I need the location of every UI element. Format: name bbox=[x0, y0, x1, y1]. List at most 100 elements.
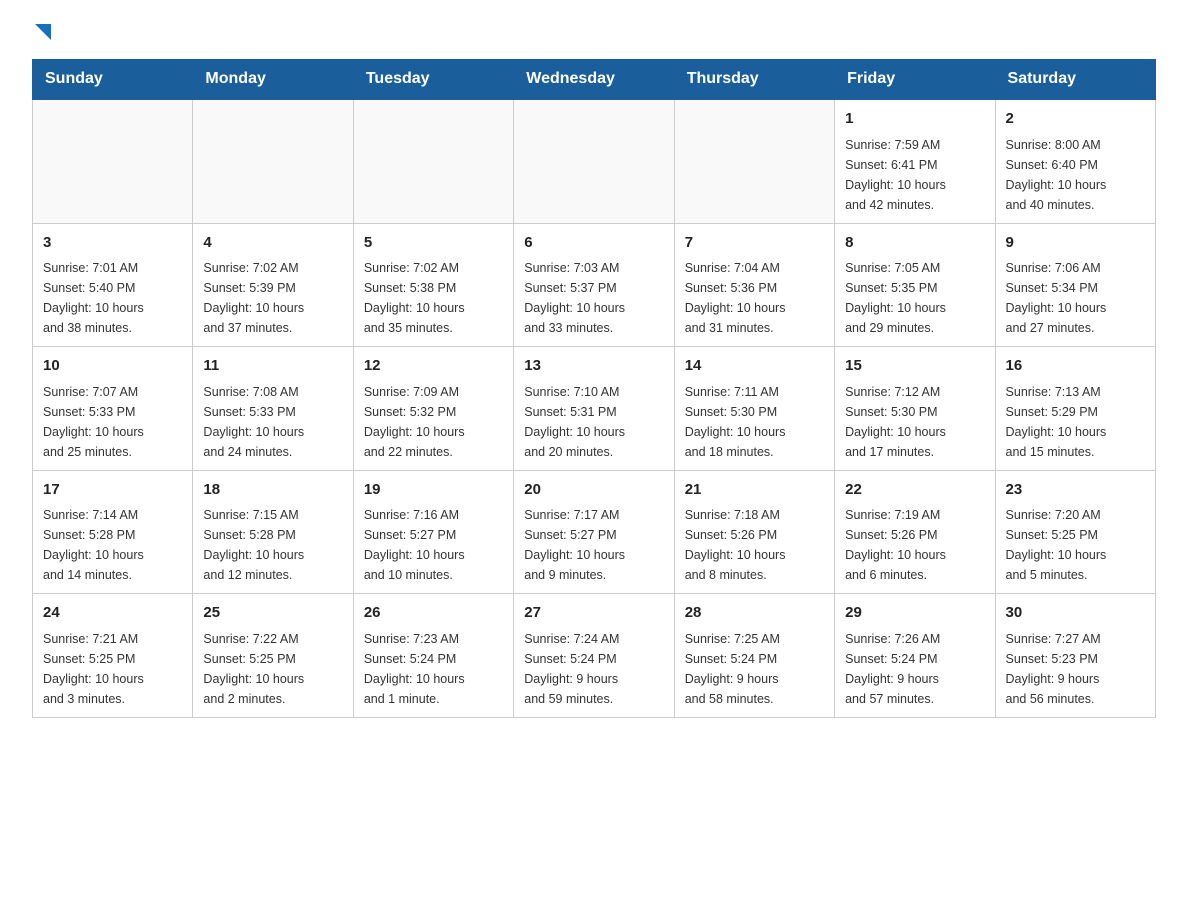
day-info: Sunrise: 7:12 AM Sunset: 5:30 PM Dayligh… bbox=[845, 382, 984, 462]
day-info: Sunrise: 7:03 AM Sunset: 5:37 PM Dayligh… bbox=[524, 258, 663, 338]
day-info: Sunrise: 7:21 AM Sunset: 5:25 PM Dayligh… bbox=[43, 629, 182, 709]
calendar-cell bbox=[674, 99, 834, 223]
page-header bbox=[32, 24, 1156, 43]
calendar-cell: 18 Sunrise: 7:15 AM Sunset: 5:28 PM Dayli… bbox=[193, 470, 353, 594]
calendar-cell: 6 Sunrise: 7:03 AM Sunset: 5:37 PM Daylig… bbox=[514, 223, 674, 347]
calendar-cell: 3 Sunrise: 7:01 AM Sunset: 5:40 PM Daylig… bbox=[33, 223, 193, 347]
day-info: Sunrise: 7:20 AM Sunset: 5:25 PM Dayligh… bbox=[1006, 505, 1145, 585]
day-info: Sunrise: 7:11 AM Sunset: 5:30 PM Dayligh… bbox=[685, 382, 824, 462]
calendar-cell: 30Sunrise: 7:27 AM Sunset: 5:23 PM Dayli… bbox=[995, 594, 1155, 718]
calendar-cell: 13 Sunrise: 7:10 AM Sunset: 5:31 PM Dayli… bbox=[514, 347, 674, 471]
calendar-cell: 15 Sunrise: 7:12 AM Sunset: 5:30 PM Dayli… bbox=[835, 347, 995, 471]
day-number: 5 bbox=[364, 232, 503, 255]
calendar-header-row: SundayMondayTuesdayWednesdayThursdayFrid… bbox=[33, 60, 1156, 100]
day-info: Sunrise: 7:26 AM Sunset: 5:24 PM Dayligh… bbox=[845, 629, 984, 709]
day-number: 16 bbox=[1006, 355, 1145, 378]
day-number: 12 bbox=[364, 355, 503, 378]
calendar-cell bbox=[193, 99, 353, 223]
calendar-cell: 20 Sunrise: 7:17 AM Sunset: 5:27 PM Dayli… bbox=[514, 470, 674, 594]
calendar-cell: 23 Sunrise: 7:20 AM Sunset: 5:25 PM Dayli… bbox=[995, 470, 1155, 594]
calendar-cell: 8Sunrise: 7:05 AM Sunset: 5:35 PM Daylig… bbox=[835, 223, 995, 347]
calendar-cell: 5 Sunrise: 7:02 AM Sunset: 5:38 PM Daylig… bbox=[353, 223, 513, 347]
day-info: Sunrise: 7:07 AM Sunset: 5:33 PM Dayligh… bbox=[43, 382, 182, 462]
day-info: Sunrise: 7:04 AM Sunset: 5:36 PM Dayligh… bbox=[685, 258, 824, 338]
day-number: 1 bbox=[845, 108, 984, 131]
col-header-monday: Monday bbox=[193, 60, 353, 100]
day-number: 2 bbox=[1006, 108, 1145, 131]
day-number: 24 bbox=[43, 602, 182, 625]
day-number: 7 bbox=[685, 232, 824, 255]
col-header-saturday: Saturday bbox=[995, 60, 1155, 100]
day-number: 15 bbox=[845, 355, 984, 378]
day-info: Sunrise: 7:19 AM Sunset: 5:26 PM Dayligh… bbox=[845, 505, 984, 585]
calendar-week-row: 17 Sunrise: 7:14 AM Sunset: 5:28 PM Dayli… bbox=[33, 470, 1156, 594]
day-number: 13 bbox=[524, 355, 663, 378]
day-number: 28 bbox=[685, 602, 824, 625]
calendar-cell: 24 Sunrise: 7:21 AM Sunset: 5:25 PM Dayli… bbox=[33, 594, 193, 718]
calendar-cell: 2 Sunrise: 8:00 AM Sunset: 6:40 PM Daylig… bbox=[995, 99, 1155, 223]
day-number: 10 bbox=[43, 355, 182, 378]
calendar-cell: 11 Sunrise: 7:08 AM Sunset: 5:33 PM Dayli… bbox=[193, 347, 353, 471]
day-number: 14 bbox=[685, 355, 824, 378]
day-number: 27 bbox=[524, 602, 663, 625]
day-number: 17 bbox=[43, 479, 182, 502]
day-info: Sunrise: 7:18 AM Sunset: 5:26 PM Dayligh… bbox=[685, 505, 824, 585]
day-number: 22 bbox=[845, 479, 984, 502]
day-info: Sunrise: 7:09 AM Sunset: 5:32 PM Dayligh… bbox=[364, 382, 503, 462]
day-info: Sunrise: 7:15 AM Sunset: 5:28 PM Dayligh… bbox=[203, 505, 342, 585]
calendar-cell: 10 Sunrise: 7:07 AM Sunset: 5:33 PM Dayli… bbox=[33, 347, 193, 471]
calendar-cell: 22 Sunrise: 7:19 AM Sunset: 5:26 PM Dayli… bbox=[835, 470, 995, 594]
calendar-cell bbox=[353, 99, 513, 223]
col-header-thursday: Thursday bbox=[674, 60, 834, 100]
calendar-cell: 14 Sunrise: 7:11 AM Sunset: 5:30 PM Dayli… bbox=[674, 347, 834, 471]
calendar-week-row: 10 Sunrise: 7:07 AM Sunset: 5:33 PM Dayli… bbox=[33, 347, 1156, 471]
day-number: 18 bbox=[203, 479, 342, 502]
day-number: 6 bbox=[524, 232, 663, 255]
col-header-wednesday: Wednesday bbox=[514, 60, 674, 100]
calendar-cell: 17 Sunrise: 7:14 AM Sunset: 5:28 PM Dayli… bbox=[33, 470, 193, 594]
day-info: Sunrise: 7:24 AM Sunset: 5:24 PM Dayligh… bbox=[524, 629, 663, 709]
day-number: 25 bbox=[203, 602, 342, 625]
calendar-cell: 7 Sunrise: 7:04 AM Sunset: 5:36 PM Daylig… bbox=[674, 223, 834, 347]
calendar-cell: 21 Sunrise: 7:18 AM Sunset: 5:26 PM Dayli… bbox=[674, 470, 834, 594]
day-number: 23 bbox=[1006, 479, 1145, 502]
calendar-week-row: 24 Sunrise: 7:21 AM Sunset: 5:25 PM Dayli… bbox=[33, 594, 1156, 718]
day-number: 3 bbox=[43, 232, 182, 255]
day-info: Sunrise: 7:59 AM Sunset: 6:41 PM Dayligh… bbox=[845, 135, 984, 215]
day-info: Sunrise: 7:10 AM Sunset: 5:31 PM Dayligh… bbox=[524, 382, 663, 462]
calendar-cell: 25 Sunrise: 7:22 AM Sunset: 5:25 PM Dayli… bbox=[193, 594, 353, 718]
day-number: 4 bbox=[203, 232, 342, 255]
calendar-week-row: 3 Sunrise: 7:01 AM Sunset: 5:40 PM Daylig… bbox=[33, 223, 1156, 347]
day-number: 11 bbox=[203, 355, 342, 378]
day-info: Sunrise: 7:08 AM Sunset: 5:33 PM Dayligh… bbox=[203, 382, 342, 462]
day-number: 20 bbox=[524, 479, 663, 502]
day-info: Sunrise: 8:00 AM Sunset: 6:40 PM Dayligh… bbox=[1006, 135, 1145, 215]
logo bbox=[32, 24, 51, 43]
calendar-cell: 26Sunrise: 7:23 AM Sunset: 5:24 PM Dayli… bbox=[353, 594, 513, 718]
calendar-cell: 4Sunrise: 7:02 AM Sunset: 5:39 PM Daylig… bbox=[193, 223, 353, 347]
col-header-friday: Friday bbox=[835, 60, 995, 100]
day-number: 29 bbox=[845, 602, 984, 625]
col-header-sunday: Sunday bbox=[33, 60, 193, 100]
day-info: Sunrise: 7:14 AM Sunset: 5:28 PM Dayligh… bbox=[43, 505, 182, 585]
day-number: 21 bbox=[685, 479, 824, 502]
calendar-cell: 27 Sunrise: 7:24 AM Sunset: 5:24 PM Dayli… bbox=[514, 594, 674, 718]
calendar-cell: 9Sunrise: 7:06 AM Sunset: 5:34 PM Daylig… bbox=[995, 223, 1155, 347]
calendar-cell: 19 Sunrise: 7:16 AM Sunset: 5:27 PM Dayli… bbox=[353, 470, 513, 594]
day-number: 9 bbox=[1006, 232, 1145, 255]
logo-triangle-icon bbox=[35, 24, 51, 45]
day-info: Sunrise: 7:02 AM Sunset: 5:38 PM Dayligh… bbox=[364, 258, 503, 338]
day-info: Sunrise: 7:17 AM Sunset: 5:27 PM Dayligh… bbox=[524, 505, 663, 585]
calendar-cell bbox=[33, 99, 193, 223]
calendar-cell: 29 Sunrise: 7:26 AM Sunset: 5:24 PM Dayli… bbox=[835, 594, 995, 718]
calendar-cell: 12 Sunrise: 7:09 AM Sunset: 5:32 PM Dayli… bbox=[353, 347, 513, 471]
day-info: Sunrise: 7:22 AM Sunset: 5:25 PM Dayligh… bbox=[203, 629, 342, 709]
calendar-cell: 16Sunrise: 7:13 AM Sunset: 5:29 PM Dayli… bbox=[995, 347, 1155, 471]
calendar-cell bbox=[514, 99, 674, 223]
day-info: Sunrise: 7:01 AM Sunset: 5:40 PM Dayligh… bbox=[43, 258, 182, 338]
day-info: Sunrise: 7:25 AM Sunset: 5:24 PM Dayligh… bbox=[685, 629, 824, 709]
calendar-week-row: 1 Sunrise: 7:59 AM Sunset: 6:41 PM Daylig… bbox=[33, 99, 1156, 223]
day-info: Sunrise: 7:16 AM Sunset: 5:27 PM Dayligh… bbox=[364, 505, 503, 585]
day-number: 19 bbox=[364, 479, 503, 502]
day-number: 8 bbox=[845, 232, 984, 255]
